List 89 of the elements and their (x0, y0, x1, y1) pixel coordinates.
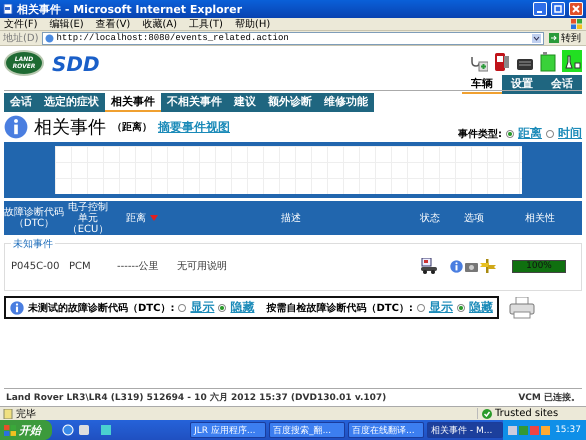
group-title: 未知事件 (11, 237, 55, 251)
nav-tab[interactable]: 选定的症状 (38, 93, 105, 112)
table-cell-text: PCM (68, 260, 92, 272)
nav-tab[interactable]: 会话 (4, 93, 38, 112)
summary-link[interactable]: 摘要事件视图 (158, 118, 230, 136)
radio-button[interactable] (456, 304, 465, 312)
minimize-icon[interactable] (533, 2, 547, 16)
radio-button[interactable] (546, 130, 554, 138)
vehicle-diagnostic-icon[interactable] (420, 258, 438, 274)
option-link[interactable]: 隐藏 (468, 299, 493, 316)
arrow-icon (549, 33, 559, 43)
table-cell-text: ------公里 (116, 260, 160, 273)
tray-icons[interactable] (508, 424, 552, 436)
go-button[interactable]: 转到 (547, 32, 583, 44)
option-link[interactable]: 显示 (428, 299, 453, 316)
stethoscope-icon[interactable] (470, 56, 488, 72)
connection-status: VCM 已连接。 (518, 391, 580, 404)
option-link[interactable]: 距离 (518, 125, 542, 142)
top-tab[interactable]: 设置 (502, 75, 542, 94)
menu-item[interactable]: 查看(V) (96, 17, 130, 31)
top-tab[interactable]: 会话 (542, 75, 582, 94)
relevance-bar: 100% (512, 260, 566, 272)
nav-tab[interactable]: 维修功能 (318, 93, 374, 112)
start-button[interactable]: 开始 (0, 420, 52, 440)
nav-tab[interactable]: 不相关事件 (161, 93, 228, 112)
nav-tab[interactable]: 相关事件 (105, 93, 161, 112)
taskbar-task[interactable]: JLR 应用程序... (190, 422, 266, 438)
page-icon (3, 4, 13, 14)
event-type-label: 事件类型: (458, 128, 502, 140)
sort-desc-icon (150, 215, 158, 221)
taskbar-task[interactable]: 百度在线翻译... (348, 422, 424, 438)
flask-icon[interactable] (562, 50, 582, 72)
radio-button[interactable] (178, 304, 186, 312)
security-zone: Trusted sites (495, 408, 558, 419)
vehicle-info: Land Rover LR3\LR4 (L319) 512694 - 10 六月 2012 15:37 (DVD130.01 v.107) (6, 391, 386, 404)
menu-item[interactable]: 帮助(H) (234, 17, 270, 31)
info-icon (450, 260, 463, 272)
maximize-icon[interactable] (551, 2, 565, 16)
dropdown-icon[interactable] (532, 34, 541, 42)
option-link[interactable]: 显示 (190, 299, 214, 316)
close-icon[interactable] (569, 2, 583, 16)
option-link[interactable]: 隐藏 (230, 299, 254, 316)
desktop-icon[interactable] (100, 424, 112, 436)
column-header[interactable]: 故障诊断代码（DTC） (4, 207, 64, 229)
page-title: 相关事件 (34, 116, 106, 139)
battery-icon[interactable] (540, 52, 556, 72)
column-header[interactable]: 描述 (172, 212, 410, 224)
camera-icon[interactable] (465, 260, 478, 272)
windows-logo-icon (571, 19, 582, 29)
nav-tab[interactable]: 额外诊断 (262, 93, 318, 112)
media-icon[interactable] (78, 424, 90, 436)
menu-item[interactable]: 编辑(E) (50, 17, 84, 31)
column-header[interactable]: 距离 (112, 212, 172, 224)
clock: 15:37 (555, 425, 581, 435)
table-cell-text: P045C-00 (10, 260, 60, 272)
scan-tool-icon[interactable] (494, 52, 510, 72)
info-icon (10, 300, 24, 314)
radio-button[interactable] (416, 304, 425, 312)
menu-item[interactable]: 工具(T) (189, 17, 223, 31)
page-subtitle: （距离） (112, 120, 152, 134)
status-text: 完毕 (16, 408, 36, 420)
filter-label: 按需自检故障诊断代码（DTC）: (266, 301, 413, 314)
windows-logo-icon (4, 424, 16, 436)
check-icon (482, 408, 492, 418)
printer-icon[interactable] (508, 296, 535, 318)
signpost-icon[interactable] (480, 259, 496, 273)
address-field[interactable]: http://localhost:8080/events_related.action (42, 32, 544, 44)
browser-icon[interactable] (62, 424, 74, 436)
taskbar-task[interactable]: 相关事件 - M... (427, 422, 504, 438)
taskbar-task[interactable]: 百度搜索_翻... (269, 422, 346, 438)
info-icon (4, 115, 28, 139)
connector-icon[interactable] (516, 56, 534, 72)
radio-button[interactable] (218, 304, 226, 312)
product-name: SDD (52, 52, 100, 76)
window-title: 相关事件 - Microsoft Internet Explorer (17, 2, 243, 16)
nav-tab[interactable]: 建议 (228, 93, 262, 112)
address-label: 地址(D) (3, 32, 39, 45)
top-tab[interactable]: 车辆 (462, 75, 502, 94)
menu-item[interactable]: 收藏(A) (142, 17, 177, 31)
table-cell-text: 无可用说明 (176, 260, 228, 273)
option-link[interactable]: 时间 (558, 125, 582, 142)
column-header[interactable]: 状态 (410, 212, 450, 224)
menu-item[interactable]: 文件(F) (4, 17, 38, 31)
column-header[interactable]: 电子控制单元（ECU） (64, 202, 112, 234)
filter-label: 未测试的故障诊断代码（DTC）: (28, 301, 174, 314)
column-header[interactable]: 相关性 (498, 212, 582, 224)
radio-button[interactable] (506, 130, 514, 138)
column-header[interactable]: 选项 (450, 212, 498, 224)
globe-icon (44, 34, 54, 42)
